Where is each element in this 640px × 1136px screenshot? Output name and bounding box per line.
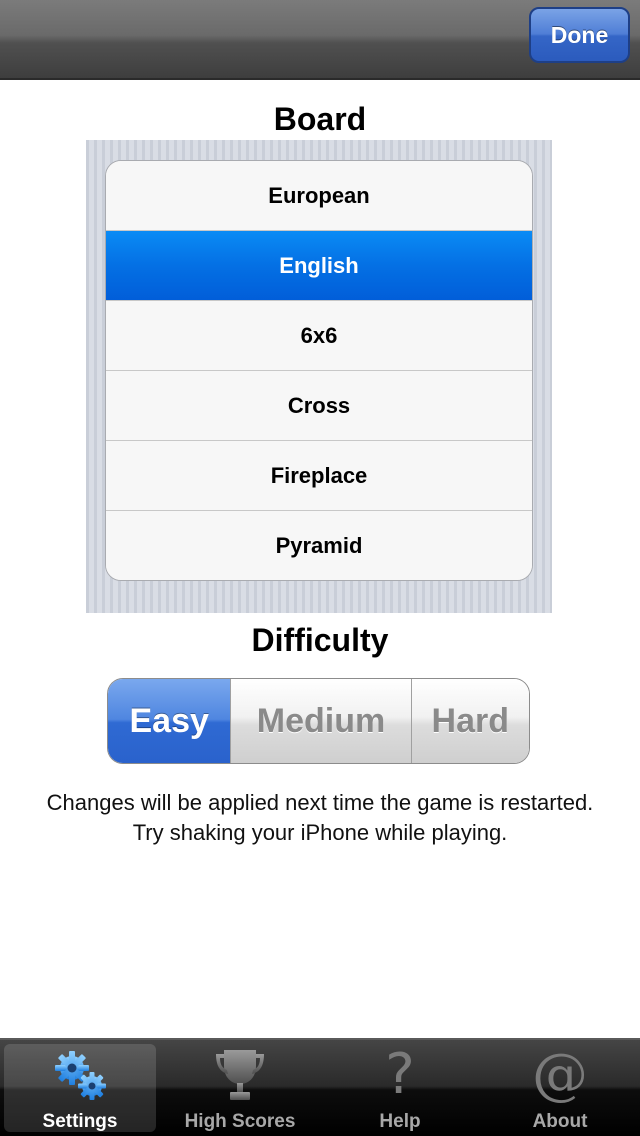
tab-help[interactable]: ? Help [320,1040,480,1136]
navigation-bar: Done [0,0,640,80]
gears-icon [48,1046,112,1104]
board-option-cross[interactable]: Cross [106,371,532,441]
tab-settings[interactable]: Settings [0,1040,160,1136]
board-option-european[interactable]: European [106,161,532,231]
board-option-6x6[interactable]: 6x6 [106,301,532,371]
board-picker-list: European English 6x6 Cross Fireplace Pyr… [105,160,533,581]
at-sign-icon: @ [532,1042,588,1107]
tab-high-scores[interactable]: High Scores [160,1040,320,1136]
tab-bar: Settings High Scores ? Help @ About [0,1038,640,1136]
difficulty-title: Difficulty [251,622,389,658]
question-mark-icon: ? [385,1042,415,1107]
tab-help-label: Help [379,1111,421,1132]
difficulty-medium-segment[interactable]: Medium [230,679,411,763]
board-option-fireplace[interactable]: Fireplace [106,441,532,511]
tab-about[interactable]: @ About [480,1040,640,1136]
board-option-english[interactable]: English [106,231,532,301]
restart-note: Changes will be applied next time the ga… [46,790,594,845]
difficulty-hard-segment[interactable]: Hard [410,679,529,763]
board-title: Board [273,101,367,137]
difficulty-easy-segment[interactable]: Easy [108,679,231,763]
tab-settings-label: Settings [42,1111,118,1132]
tab-about-label: About [532,1111,588,1132]
trophy-icon [208,1046,272,1104]
done-button[interactable]: Done [529,7,630,63]
difficulty-segmented-control: Easy Medium Hard [107,678,530,764]
board-picker-frame: European English 6x6 Cross Fireplace Pyr… [86,140,552,613]
tab-high-scores-label: High Scores [184,1111,296,1132]
board-option-pyramid[interactable]: Pyramid [106,511,532,580]
